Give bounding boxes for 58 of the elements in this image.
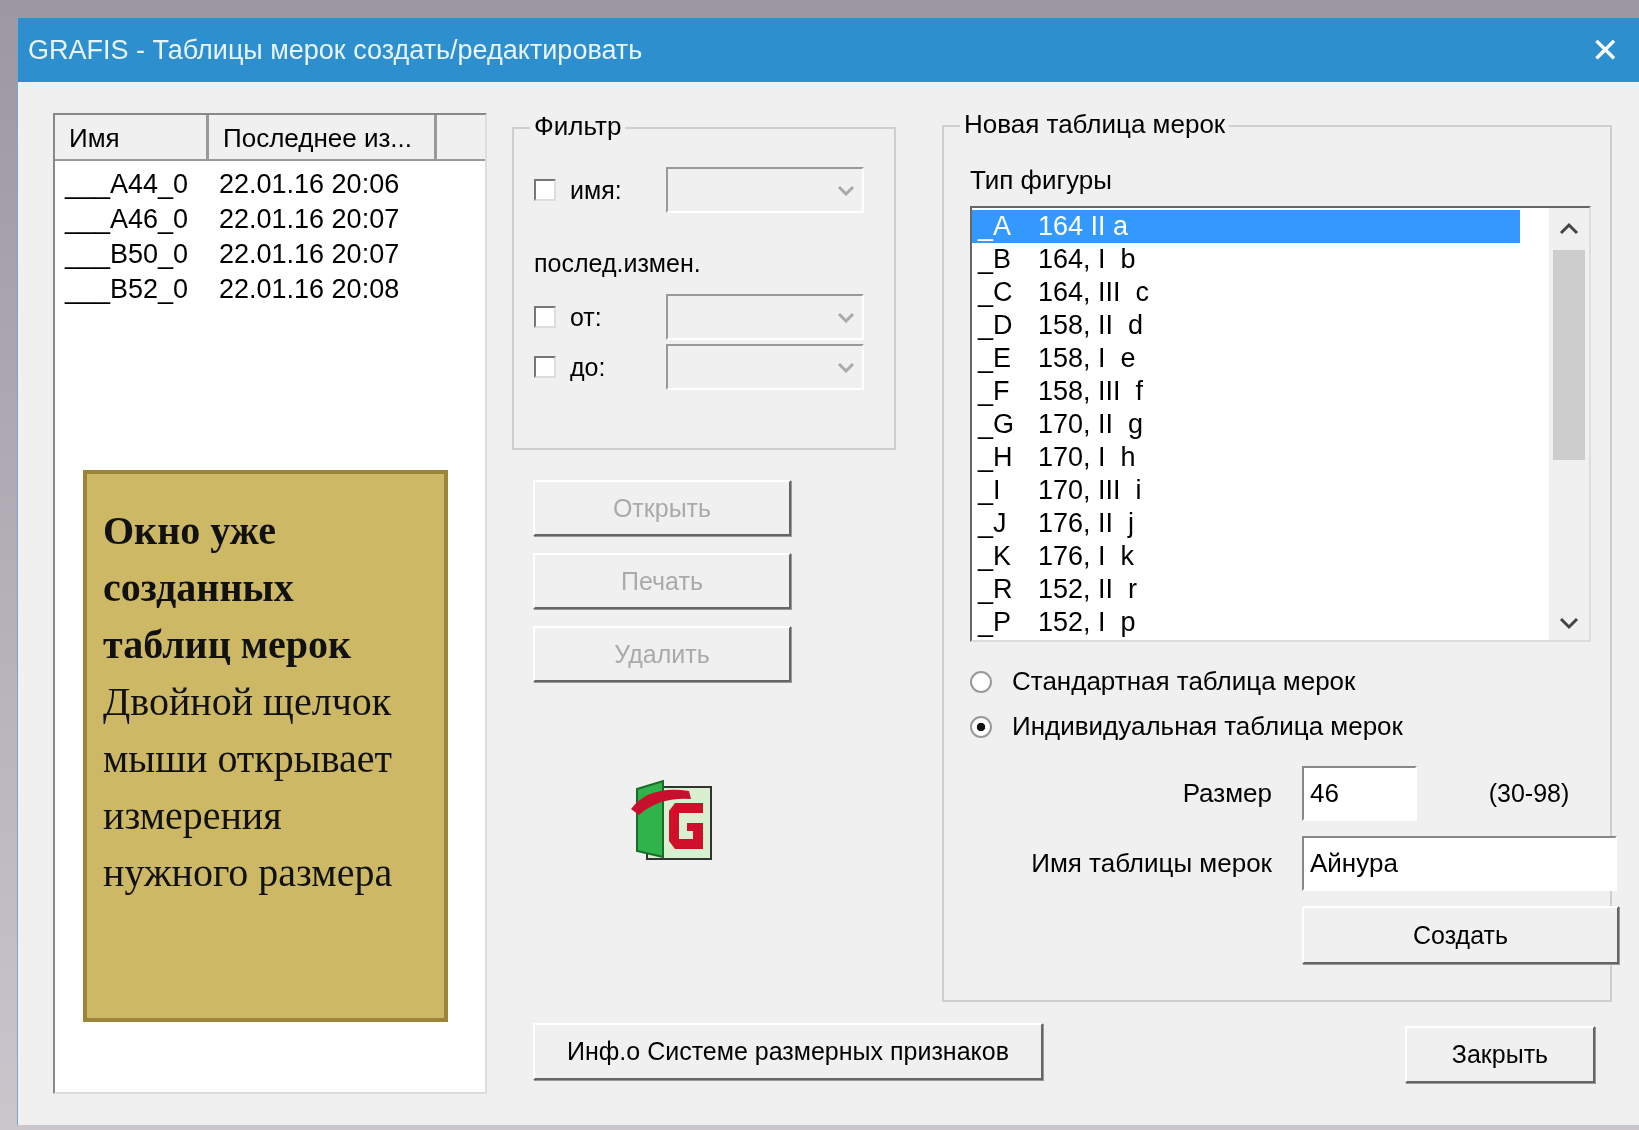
annotation-note: Окно уже созданных таблиц мерок Двойной щелчок мыши открывает измерения нужного размера xyxy=(83,470,448,1022)
field-label: Имя таблицы мерок xyxy=(1030,848,1272,879)
list-item[interactable]: _E 158, I e xyxy=(972,342,1520,375)
column-header[interactable]: Последнее из... xyxy=(209,115,437,159)
column-header[interactable]: Имя xyxy=(55,115,209,159)
list-item[interactable]: _K 176, I k xyxy=(972,540,1520,573)
table-cell-text: ___A44_0 xyxy=(63,169,190,201)
scroll-down-icon[interactable] xyxy=(1557,616,1581,630)
option-label: Стандартная таблица мерок xyxy=(1012,666,1356,697)
table-cell-text: 22.01.16 20:07 xyxy=(218,239,400,271)
list-item[interactable]: _F 158, III f xyxy=(972,375,1520,408)
list-item[interactable]: _R 152, II r xyxy=(972,573,1520,606)
list-item[interactable]: _B 164, I b xyxy=(972,243,1520,276)
table-cell-text: 22.01.16 20:07 xyxy=(218,204,400,236)
caret-icon xyxy=(836,311,856,323)
table-cell-text: ___A46_0 xyxy=(63,204,190,236)
field-label: Тип фигуры xyxy=(970,165,1113,196)
window-title: GRAFIS - Таблицы мерок создать/редактировать xyxy=(28,34,643,66)
section-label: послед.измен. xyxy=(534,249,702,278)
close-button[interactable]: Закрыть xyxy=(1405,1026,1595,1083)
checkbox[interactable] xyxy=(534,356,556,378)
scroll-thumb[interactable] xyxy=(1553,250,1585,460)
dropdown[interactable] xyxy=(666,294,864,340)
list-item[interactable]: _J 176, II j xyxy=(972,507,1520,540)
field-label: Размер xyxy=(1181,778,1272,809)
table-cell-text: ___B50_0 xyxy=(63,239,190,271)
checkbox[interactable] xyxy=(534,179,556,201)
table-cell-text: 22.01.16 20:06 xyxy=(218,169,400,201)
list-item[interactable]: _D 158, II d xyxy=(972,309,1520,342)
field-label: имя: xyxy=(570,175,623,205)
table-cell-text: ___B52_0 xyxy=(63,274,190,306)
range-hint: (30-98) xyxy=(1488,779,1571,808)
dropdown[interactable] xyxy=(666,167,864,213)
list-item[interactable]: _C 164, III c xyxy=(972,276,1520,309)
table-list[interactable] xyxy=(53,113,487,1094)
list-item[interactable]: _P 152, I p xyxy=(972,606,1520,639)
caret-icon xyxy=(836,184,856,196)
field-label: до: xyxy=(570,352,607,382)
list-item[interactable]: _H 170, I h xyxy=(972,441,1520,474)
scroll-up-icon[interactable] xyxy=(1557,222,1581,236)
dropdown[interactable] xyxy=(666,344,864,390)
radio-button[interactable] xyxy=(970,715,992,738)
field-label: от: xyxy=(570,302,603,332)
radio-button[interactable] xyxy=(970,670,992,693)
caret-icon xyxy=(836,361,856,373)
figure-type-list[interactable]: _A 164 II a _B 164, I b _C 164, III c _D 158, II d _E 158, I e _F 158, III f _G 170, II g _H 170, I h _I 170, III i _J 176, II j _K 176, I k _R 152, II r _P 152, I p xyxy=(970,206,1591,642)
app-logo-icon xyxy=(629,779,713,861)
list-item[interactable]: _G 170, II g xyxy=(972,408,1520,441)
table-cell-text: 22.01.16 20:08 xyxy=(218,274,400,306)
option-label: Индивидуальная таблица мерок xyxy=(1012,711,1403,742)
name-field[interactable]: Айнура xyxy=(1302,836,1617,891)
create-button[interactable]: Создать xyxy=(1302,906,1619,964)
size-field[interactable]: 46 xyxy=(1302,766,1417,821)
close-button[interactable]: ✕ xyxy=(1583,30,1627,70)
list-item[interactable]: _I 170, III i xyxy=(972,474,1520,507)
checkbox[interactable] xyxy=(534,306,556,328)
scrollbar[interactable] xyxy=(1549,208,1589,640)
info-button[interactable]: Инф.о Системе размерных признаков xyxy=(533,1023,1043,1080)
